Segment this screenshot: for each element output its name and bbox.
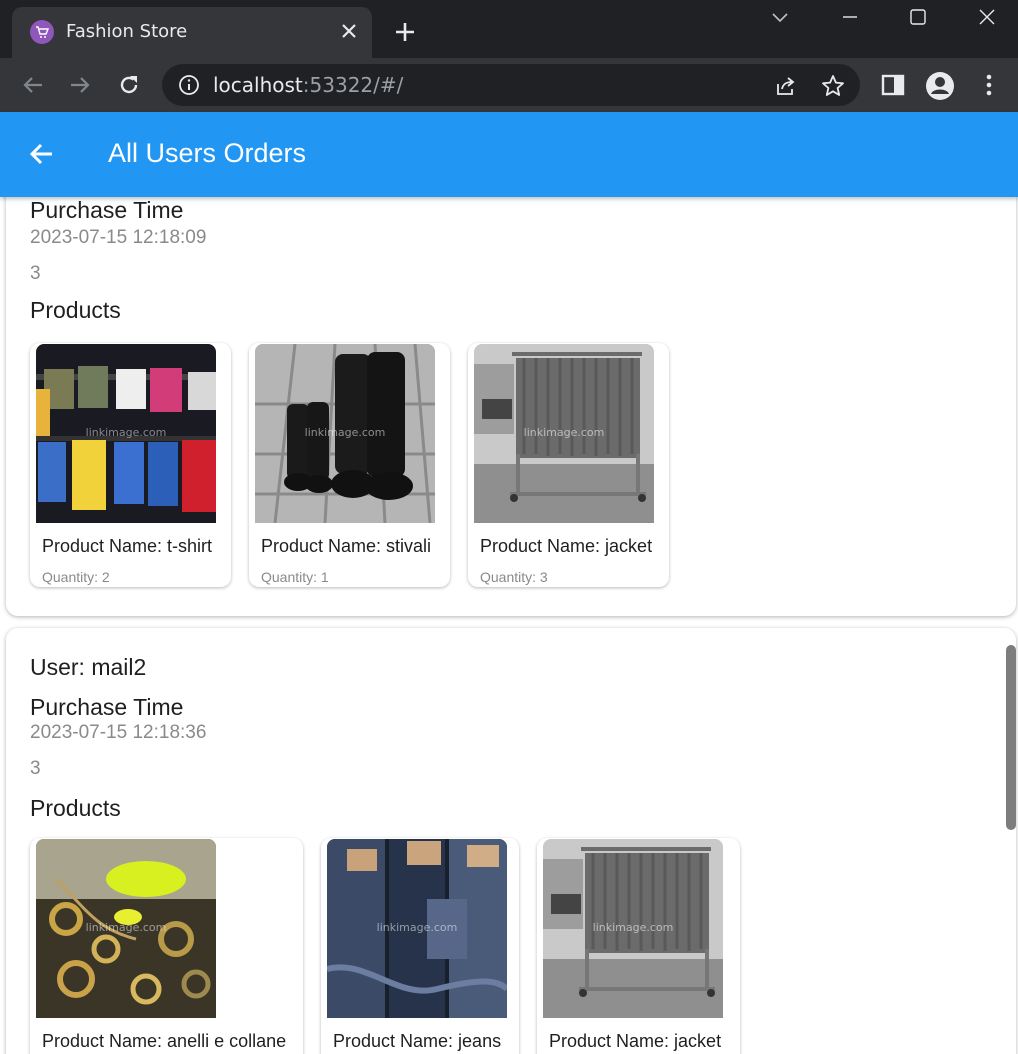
- scrollbar-thumb[interactable]: [1006, 645, 1016, 830]
- product-quantity: Quantity: 3: [480, 569, 548, 585]
- purchase-time-value: 2023-07-15 12:18:36: [30, 722, 207, 743]
- order-card: Purchase Time 2023-07-15 12:18:09 3 Prod…: [6, 197, 1016, 616]
- window-close-icon[interactable]: [976, 6, 998, 28]
- products-label: Products: [30, 795, 121, 821]
- minimize-icon[interactable]: [839, 6, 861, 28]
- product-image-jeans: linkimage.com: [327, 839, 507, 1018]
- app-bar: All Users Orders: [0, 112, 1018, 197]
- product-card[interactable]: linkimage.com Product Name: anelli e col…: [30, 838, 303, 1054]
- svg-text:linkimage.com: linkimage.com: [86, 426, 167, 439]
- browser-tab[interactable]: Fashion Store: [12, 7, 372, 58]
- order-count: 3: [30, 758, 41, 779]
- purchase-time-label: Purchase Time: [30, 694, 184, 720]
- products-label: Products: [30, 297, 121, 323]
- reload-icon[interactable]: [116, 72, 142, 98]
- browser-menu-icon[interactable]: [975, 71, 1003, 99]
- svg-text:linkimage.com: linkimage.com: [305, 426, 386, 439]
- browser-toolbar: localhost:53322/#/: [0, 58, 1018, 112]
- tab-close-icon[interactable]: [337, 19, 361, 43]
- new-tab-icon[interactable]: [392, 19, 418, 45]
- url-host: localhost: [213, 73, 303, 97]
- product-quantity: Quantity: 1: [261, 569, 329, 585]
- product-name: Product Name: anelli e collane: [42, 1031, 287, 1051]
- product-name: Product Name: t-shirt: [42, 536, 213, 556]
- url-text: localhost:53322/#/: [213, 73, 403, 97]
- product-card[interactable]: linkimage.com Product Name: stivali Quan…: [249, 343, 450, 587]
- site-info-icon[interactable]: [177, 73, 201, 97]
- purchase-time-value: 2023-07-15 12:18:09: [30, 227, 207, 248]
- store-favicon-icon: [30, 20, 54, 44]
- product-card[interactable]: linkimage.com Product Name: jacket: [537, 838, 740, 1054]
- tab-search-chevron-icon[interactable]: [769, 6, 791, 28]
- product-name: Product Name: stivali: [261, 536, 432, 556]
- page-title: All Users Orders: [108, 138, 307, 168]
- product-image-stivali: linkimage.com: [255, 344, 435, 523]
- maximize-icon[interactable]: [907, 6, 929, 28]
- forward-nav-icon[interactable]: [67, 72, 93, 98]
- product-card[interactable]: linkimage.com Product Name: jacket Quant…: [468, 343, 669, 587]
- order-user: User: mail2: [30, 654, 147, 680]
- share-icon[interactable]: [772, 73, 798, 99]
- product-name: Product Name: jacket: [549, 1031, 722, 1051]
- product-card[interactable]: linkimage.com Product Name: jeans: [321, 838, 519, 1054]
- bookmark-star-icon[interactable]: [820, 73, 846, 99]
- product-image-jacket: linkimage.com: [474, 344, 654, 523]
- product-quantity: Quantity: 2: [42, 569, 110, 585]
- svg-text:linkimage.com: linkimage.com: [86, 921, 167, 934]
- browser-tabstrip: Fashion Store: [0, 0, 1018, 58]
- url-path: :53322/#/: [302, 73, 404, 97]
- purchase-time-label: Purchase Time: [30, 197, 184, 223]
- tab-title: Fashion Store: [66, 21, 188, 42]
- side-panel-icon[interactable]: [879, 71, 907, 99]
- profile-avatar-icon[interactable]: [925, 71, 954, 100]
- product-image-jacket: linkimage.com: [543, 839, 723, 1018]
- back-arrow-icon[interactable]: [28, 140, 56, 168]
- product-name: Product Name: jacket: [480, 536, 653, 556]
- product-name: Product Name: jeans: [333, 1031, 502, 1051]
- orders-list[interactable]: Purchase Time 2023-07-15 12:18:09 3 Prod…: [0, 197, 1018, 1054]
- product-card[interactable]: linkimage.com Product Name: t-shirt Quan…: [30, 343, 231, 587]
- address-bar[interactable]: localhost:53322/#/: [162, 64, 860, 106]
- back-nav-icon[interactable]: [20, 72, 46, 98]
- order-count: 3: [30, 263, 41, 284]
- order-card: User: mail2 Purchase Time 2023-07-15 12:…: [6, 628, 1016, 1054]
- svg-text:linkimage.com: linkimage.com: [524, 426, 605, 439]
- svg-text:linkimage.com: linkimage.com: [593, 921, 674, 934]
- svg-text:linkimage.com: linkimage.com: [377, 921, 458, 934]
- product-image-t-shirt: linkimage.com: [36, 344, 216, 523]
- product-image-anelli-e-collane: linkimage.com: [36, 839, 216, 1018]
